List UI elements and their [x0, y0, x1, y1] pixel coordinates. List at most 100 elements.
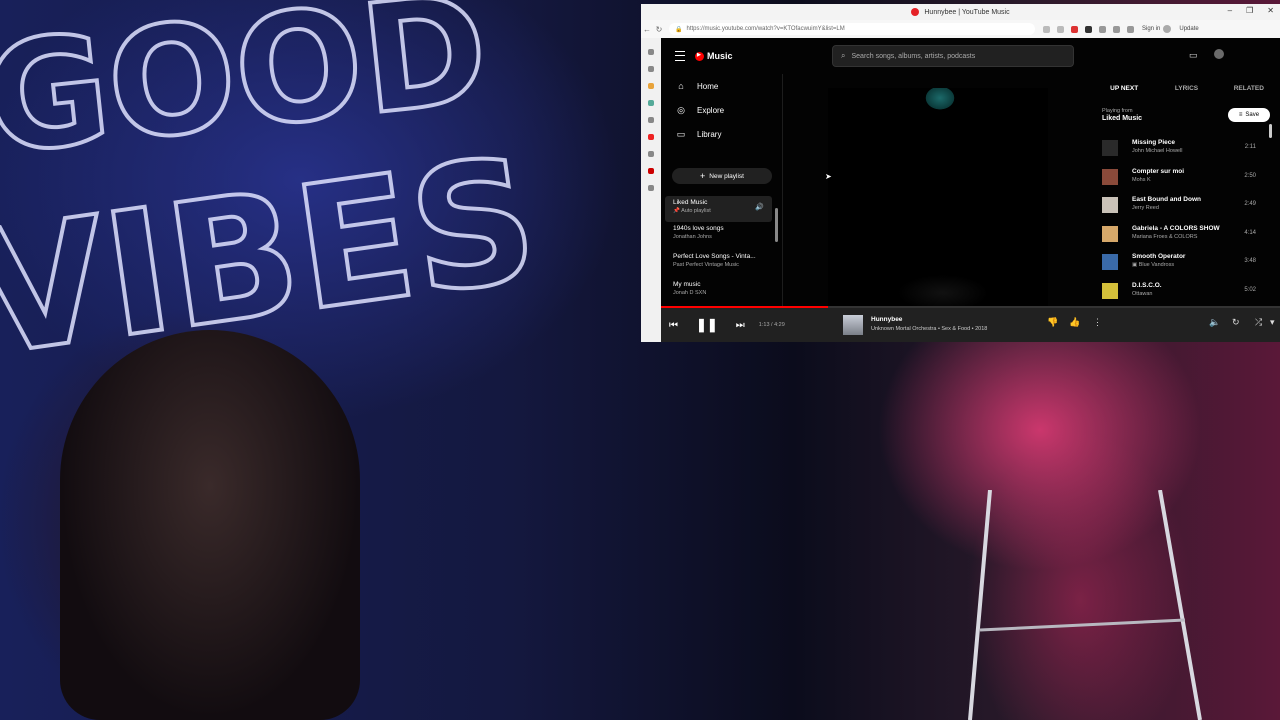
sidebar-add-icon[interactable] — [648, 185, 654, 191]
sidebar-netflix-icon[interactable] — [648, 168, 654, 174]
queue-item[interactable]: Smooth Operator ▣ Blue Vandross 3:48 — [1093, 249, 1280, 278]
playlist-subtitle: Jonah D SXN — [673, 290, 707, 296]
queue-item[interactable]: Missing Piece John Michael Howell 2:11 — [1093, 135, 1280, 164]
save-button[interactable]: ≡ Save — [1228, 108, 1270, 122]
new-playlist-label: New playlist — [709, 172, 744, 180]
queue-artist: Mariana Froes & COLORS — [1132, 233, 1198, 240]
favorite-star-icon[interactable] — [1057, 25, 1064, 33]
ytm-logo[interactable]: Music — [695, 51, 733, 61]
maximize-button[interactable]: ❐ — [1246, 6, 1253, 15]
thumbs-up-icon[interactable]: 👍 — [1069, 317, 1080, 328]
extension-icons — [1043, 25, 1134, 33]
volume-icon[interactable]: 🔈 — [1209, 317, 1220, 328]
address-bar-row: ← ↻ 🔒 https://music.youtube.com/watch?v=… — [641, 20, 1280, 39]
collections-icon[interactable] — [1127, 25, 1134, 33]
tab-up-next[interactable]: UP NEXT — [1093, 85, 1155, 92]
extension-red-icon[interactable] — [1071, 25, 1078, 33]
playlist-item-liked-music[interactable]: Liked Music 📌 Auto playlist 🔊 — [665, 196, 772, 222]
sidebar-games-icon[interactable] — [648, 100, 654, 106]
minimize-button[interactable]: – — [1228, 6, 1232, 15]
reader-view-icon[interactable] — [1043, 25, 1050, 33]
queue-panel: UP NEXT LYRICS RELATED Playing from Like… — [1093, 74, 1280, 306]
search-input[interactable]: ⌕ Search songs, albums, artists, podcast… — [832, 45, 1074, 67]
expand-player-icon[interactable]: ▾ — [1270, 317, 1275, 328]
tab-related[interactable]: RELATED — [1218, 85, 1280, 92]
queue-thumbnail — [1102, 197, 1118, 213]
ytm-header: Music ⌕ Search songs, albums, artists, p… — [661, 38, 1280, 74]
sidebar-tools-icon[interactable] — [648, 83, 654, 89]
playlist-item[interactable]: My music Jonah D SXN — [661, 278, 782, 306]
thumbs-down-icon[interactable]: 👎 — [1047, 317, 1058, 328]
queue-item[interactable]: Gabriela - A COLORS SHOW Mariana Froes &… — [1093, 221, 1280, 250]
queue-item[interactable]: D.I.S.C.O. Ottawan 5:02 — [1093, 278, 1280, 307]
sidebar-shopping-icon[interactable] — [648, 66, 654, 72]
player-bar: ⏮ ❚❚ ⏭ 1:13 / 4:29 Hunnybee Unknown Mort… — [661, 308, 1280, 342]
queue-duration: 2:50 — [1244, 172, 1256, 179]
queue-thumbnail — [1102, 254, 1118, 270]
youtube-music-favicon-icon — [911, 8, 920, 16]
sidebar-search2-icon[interactable] — [648, 151, 654, 157]
queue-artist: Ottawan — [1132, 290, 1153, 297]
panel-tabs: UP NEXT LYRICS RELATED — [1093, 74, 1280, 102]
nav-library-label: Library — [697, 129, 722, 139]
tab-lyrics[interactable]: LYRICS — [1155, 85, 1217, 92]
hamburger-menu-icon[interactable] — [675, 51, 685, 61]
queue-item[interactable]: Compter sur moi Mohs K 2:50 — [1093, 164, 1280, 193]
home-icon: ⌂ — [678, 81, 684, 91]
playlist-add-icon: ≡ — [1238, 112, 1243, 118]
queue-duration: 3:48 — [1244, 258, 1256, 264]
playlist-list: Liked Music 📌 Auto playlist 🔊 1940s love… — [661, 196, 782, 306]
queue-scrollbar[interactable] — [1269, 124, 1272, 138]
playlist-item[interactable]: 1940s love songs Jonathan Johns — [661, 222, 782, 250]
cast-icon[interactable]: ▭ — [1189, 50, 1198, 61]
close-button[interactable]: ✕ — [1267, 6, 1274, 15]
back-arrow-icon[interactable]: ← — [641, 25, 653, 34]
now-playing-subtitle[interactable]: Unknown Mortal Orchestra • Sex & Food • … — [871, 326, 987, 332]
url-text: https://music.youtube.com/watch?v=KTOfac… — [686, 26, 845, 32]
new-playlist-button[interactable]: + New playlist — [672, 168, 772, 184]
now-playing-thumbnail[interactable] — [843, 315, 863, 335]
queue-artist: John Michael Howell — [1132, 148, 1183, 154]
extension-dark-icon[interactable] — [1085, 25, 1092, 33]
nav-explore[interactable]: ◎ Explore — [661, 98, 782, 122]
playlist-title: My music — [673, 281, 701, 288]
queue-thumbnail — [1102, 282, 1118, 299]
nav-library[interactable]: ▭ Library — [661, 122, 782, 146]
pause-icon[interactable]: ❚❚ — [696, 317, 718, 333]
extension-puzzle-icon[interactable] — [1099, 25, 1106, 33]
update-button[interactable]: Update — [1179, 26, 1198, 32]
queue-thumbnail — [1102, 168, 1118, 185]
tab-title[interactable]: Hunnybee | YouTube Music — [924, 9, 1009, 16]
avatar[interactable] — [1163, 25, 1172, 33]
favorites-icon[interactable] — [1113, 25, 1120, 33]
nav-home[interactable]: ⌂ Home — [661, 74, 782, 98]
queue-duration: 5:02 — [1244, 286, 1256, 293]
search-placeholder: Search songs, albums, artists, podcasts — [851, 52, 976, 60]
account-avatar[interactable] — [1214, 49, 1224, 59]
sidebar-office-icon[interactable] — [648, 117, 654, 123]
refresh-icon[interactable]: ↻ — [653, 25, 665, 34]
playing-from: Playing from Liked Music ≡ Save — [1093, 108, 1280, 130]
sidebar-search-icon[interactable] — [648, 49, 654, 55]
queue-item[interactable]: East Bound and Down Jerry Reed 2:49 — [1093, 192, 1280, 221]
neon-sign: GOOD VIBES — [0, 0, 550, 397]
url-field[interactable]: 🔒 https://music.youtube.com/watch?v=KTOf… — [669, 23, 1035, 35]
queue-duration: 2:11 — [1244, 144, 1256, 150]
now-playing-title[interactable]: Hunnybee — [871, 316, 902, 323]
pin-icon: 📌 — [673, 208, 680, 214]
queue-title: Gabriela - A COLORS SHOW — [1132, 224, 1220, 232]
sidebar-youtube-icon[interactable] — [648, 134, 654, 140]
playlist-item[interactable]: Perfect Love Songs - Vinta... Past Perfe… — [661, 250, 782, 278]
shuffle-icon[interactable]: ⤮ — [1255, 317, 1262, 328]
album-art — [828, 88, 1048, 307]
queue-thumbnail — [1102, 140, 1118, 156]
next-track-icon[interactable]: ⏭ — [736, 320, 745, 331]
repeat-icon[interactable]: ↻ — [1232, 317, 1240, 328]
sidebar-scrollbar[interactable] — [775, 208, 778, 242]
more-options-icon[interactable]: ⋮ — [1093, 317, 1102, 328]
lock-icon: 🔒 — [675, 26, 683, 33]
library-icon: ▭ — [676, 128, 686, 139]
previous-track-icon[interactable]: ⏮ — [669, 320, 678, 331]
sign-in-label[interactable]: Sign in — [1142, 26, 1160, 32]
edge-sidebar — [641, 38, 661, 342]
